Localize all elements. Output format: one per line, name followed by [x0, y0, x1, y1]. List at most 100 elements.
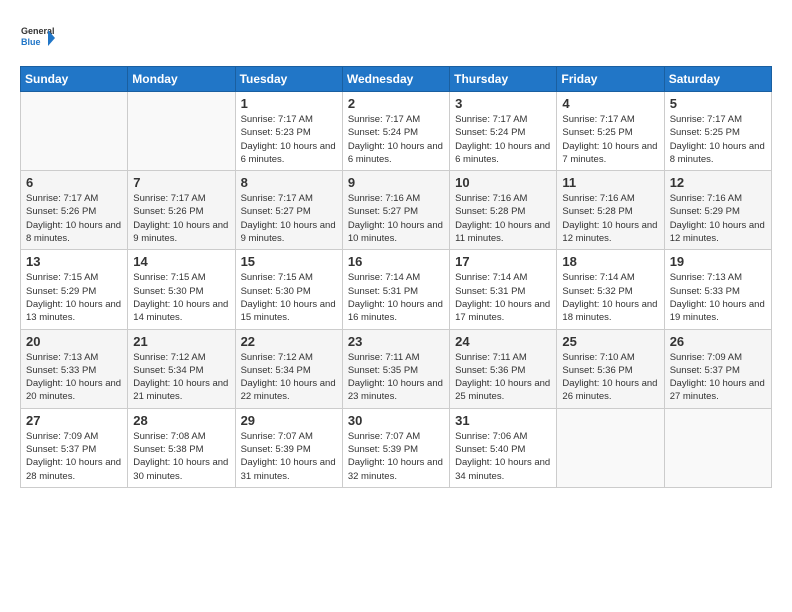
calendar-cell: 3Sunrise: 7:17 AM Sunset: 5:24 PM Daylig…: [450, 92, 557, 171]
svg-text:Blue: Blue: [21, 37, 41, 47]
day-detail: Sunrise: 7:14 AM Sunset: 5:31 PM Dayligh…: [348, 271, 444, 324]
calendar-table: SundayMondayTuesdayWednesdayThursdayFrid…: [20, 66, 772, 488]
day-detail: Sunrise: 7:15 AM Sunset: 5:29 PM Dayligh…: [26, 271, 122, 324]
day-detail: Sunrise: 7:11 AM Sunset: 5:36 PM Dayligh…: [455, 351, 551, 404]
day-detail: Sunrise: 7:17 AM Sunset: 5:26 PM Dayligh…: [26, 192, 122, 245]
day-number: 27: [26, 413, 122, 428]
day-detail: Sunrise: 7:12 AM Sunset: 5:34 PM Dayligh…: [133, 351, 229, 404]
day-number: 24: [455, 334, 551, 349]
calendar-cell: 5Sunrise: 7:17 AM Sunset: 5:25 PM Daylig…: [664, 92, 771, 171]
day-number: 3: [455, 96, 551, 111]
calendar-header-monday: Monday: [128, 67, 235, 92]
calendar-cell: 27 Sunrise: 7:09 AM Sunset: 5:37 PM Dayli…: [21, 408, 128, 487]
day-detail: Sunrise: 7:08 AM Sunset: 5:38 PM Dayligh…: [133, 430, 229, 483]
day-number: 25: [562, 334, 658, 349]
day-number: 7: [133, 175, 229, 190]
day-number: 6: [26, 175, 122, 190]
day-number: 21: [133, 334, 229, 349]
day-number: 9: [348, 175, 444, 190]
day-detail: Sunrise: 7:14 AM Sunset: 5:31 PM Dayligh…: [455, 271, 551, 324]
calendar-cell: 10 Sunrise: 7:16 AM Sunset: 5:28 PM Dayli…: [450, 171, 557, 250]
day-number: 2: [348, 96, 444, 111]
calendar-cell: [21, 92, 128, 171]
day-detail: Sunrise: 7:16 AM Sunset: 5:27 PM Dayligh…: [348, 192, 444, 245]
day-number: 8: [241, 175, 337, 190]
day-detail: Sunrise: 7:06 AM Sunset: 5:40 PM Dayligh…: [455, 430, 551, 483]
calendar-cell: 12 Sunrise: 7:16 AM Sunset: 5:29 PM Dayli…: [664, 171, 771, 250]
day-number: 29: [241, 413, 337, 428]
day-detail: Sunrise: 7:17 AM Sunset: 5:24 PM Dayligh…: [348, 113, 444, 166]
calendar-cell: 14 Sunrise: 7:15 AM Sunset: 5:30 PM Dayli…: [128, 250, 235, 329]
calendar-cell: 25Sunrise: 7:10 AM Sunset: 5:36 PM Dayli…: [557, 329, 664, 408]
calendar-cell: 8 Sunrise: 7:17 AM Sunset: 5:27 PM Daylig…: [235, 171, 342, 250]
day-detail: Sunrise: 7:07 AM Sunset: 5:39 PM Dayligh…: [241, 430, 337, 483]
day-detail: Sunrise: 7:16 AM Sunset: 5:28 PM Dayligh…: [562, 192, 658, 245]
calendar-week-row: 1 Sunrise: 7:17 AM Sunset: 5:23 PM Daylig…: [21, 92, 772, 171]
day-number: 4: [562, 96, 658, 111]
day-detail: Sunrise: 7:11 AM Sunset: 5:35 PM Dayligh…: [348, 351, 444, 404]
day-number: 14: [133, 254, 229, 269]
day-number: 13: [26, 254, 122, 269]
logo: General Blue: [20, 20, 56, 56]
day-number: 10: [455, 175, 551, 190]
calendar-header-tuesday: Tuesday: [235, 67, 342, 92]
calendar-cell: [664, 408, 771, 487]
calendar-cell: 18Sunrise: 7:14 AM Sunset: 5:32 PM Dayli…: [557, 250, 664, 329]
day-number: 16: [348, 254, 444, 269]
calendar-week-row: 6 Sunrise: 7:17 AM Sunset: 5:26 PM Daylig…: [21, 171, 772, 250]
day-detail: Sunrise: 7:13 AM Sunset: 5:33 PM Dayligh…: [670, 271, 766, 324]
calendar-cell: 17 Sunrise: 7:14 AM Sunset: 5:31 PM Dayli…: [450, 250, 557, 329]
day-number: 11: [562, 175, 658, 190]
calendar-header-row: SundayMondayTuesdayWednesdayThursdayFrid…: [21, 67, 772, 92]
logo-svg: General Blue: [20, 20, 56, 56]
day-number: 15: [241, 254, 337, 269]
calendar-header-wednesday: Wednesday: [342, 67, 449, 92]
day-number: 5: [670, 96, 766, 111]
day-detail: Sunrise: 7:12 AM Sunset: 5:34 PM Dayligh…: [241, 351, 337, 404]
day-number: 31: [455, 413, 551, 428]
calendar-cell: 13 Sunrise: 7:15 AM Sunset: 5:29 PM Dayli…: [21, 250, 128, 329]
calendar-cell: 15 Sunrise: 7:15 AM Sunset: 5:30 PM Dayli…: [235, 250, 342, 329]
calendar-cell: 28 Sunrise: 7:08 AM Sunset: 5:38 PM Dayli…: [128, 408, 235, 487]
day-number: 20: [26, 334, 122, 349]
day-number: 30: [348, 413, 444, 428]
calendar-cell: 23 Sunrise: 7:11 AM Sunset: 5:35 PM Dayli…: [342, 329, 449, 408]
day-number: 26: [670, 334, 766, 349]
calendar-cell: 31 Sunrise: 7:06 AM Sunset: 5:40 PM Dayli…: [450, 408, 557, 487]
calendar-cell: 21 Sunrise: 7:12 AM Sunset: 5:34 PM Dayli…: [128, 329, 235, 408]
day-number: 23: [348, 334, 444, 349]
calendar-header-saturday: Saturday: [664, 67, 771, 92]
calendar-cell: 20 Sunrise: 7:13 AM Sunset: 5:33 PM Dayli…: [21, 329, 128, 408]
calendar-cell: 9 Sunrise: 7:16 AM Sunset: 5:27 PM Daylig…: [342, 171, 449, 250]
calendar-header-friday: Friday: [557, 67, 664, 92]
day-detail: Sunrise: 7:09 AM Sunset: 5:37 PM Dayligh…: [670, 351, 766, 404]
calendar-header-thursday: Thursday: [450, 67, 557, 92]
day-detail: Sunrise: 7:17 AM Sunset: 5:25 PM Dayligh…: [562, 113, 658, 166]
calendar-cell: 26 Sunrise: 7:09 AM Sunset: 5:37 PM Dayli…: [664, 329, 771, 408]
calendar-cell: [128, 92, 235, 171]
day-detail: Sunrise: 7:15 AM Sunset: 5:30 PM Dayligh…: [241, 271, 337, 324]
day-number: 12: [670, 175, 766, 190]
day-number: 28: [133, 413, 229, 428]
calendar-cell: 6 Sunrise: 7:17 AM Sunset: 5:26 PM Daylig…: [21, 171, 128, 250]
day-number: 1: [241, 96, 337, 111]
day-number: 22: [241, 334, 337, 349]
day-detail: Sunrise: 7:13 AM Sunset: 5:33 PM Dayligh…: [26, 351, 122, 404]
calendar-week-row: 20 Sunrise: 7:13 AM Sunset: 5:33 PM Dayli…: [21, 329, 772, 408]
page-header: General Blue: [20, 20, 772, 56]
calendar-cell: 7 Sunrise: 7:17 AM Sunset: 5:26 PM Daylig…: [128, 171, 235, 250]
day-detail: Sunrise: 7:16 AM Sunset: 5:28 PM Dayligh…: [455, 192, 551, 245]
day-detail: Sunrise: 7:17 AM Sunset: 5:26 PM Dayligh…: [133, 192, 229, 245]
day-number: 17: [455, 254, 551, 269]
day-detail: Sunrise: 7:17 AM Sunset: 5:23 PM Dayligh…: [241, 113, 337, 166]
day-detail: Sunrise: 7:09 AM Sunset: 5:37 PM Dayligh…: [26, 430, 122, 483]
day-detail: Sunrise: 7:16 AM Sunset: 5:29 PM Dayligh…: [670, 192, 766, 245]
day-detail: Sunrise: 7:17 AM Sunset: 5:27 PM Dayligh…: [241, 192, 337, 245]
calendar-cell: 19 Sunrise: 7:13 AM Sunset: 5:33 PM Dayli…: [664, 250, 771, 329]
day-number: 19: [670, 254, 766, 269]
calendar-week-row: 27 Sunrise: 7:09 AM Sunset: 5:37 PM Dayli…: [21, 408, 772, 487]
calendar-cell: 16 Sunrise: 7:14 AM Sunset: 5:31 PM Dayli…: [342, 250, 449, 329]
day-detail: Sunrise: 7:14 AM Sunset: 5:32 PM Dayligh…: [562, 271, 658, 324]
calendar-header-sunday: Sunday: [21, 67, 128, 92]
day-detail: Sunrise: 7:15 AM Sunset: 5:30 PM Dayligh…: [133, 271, 229, 324]
